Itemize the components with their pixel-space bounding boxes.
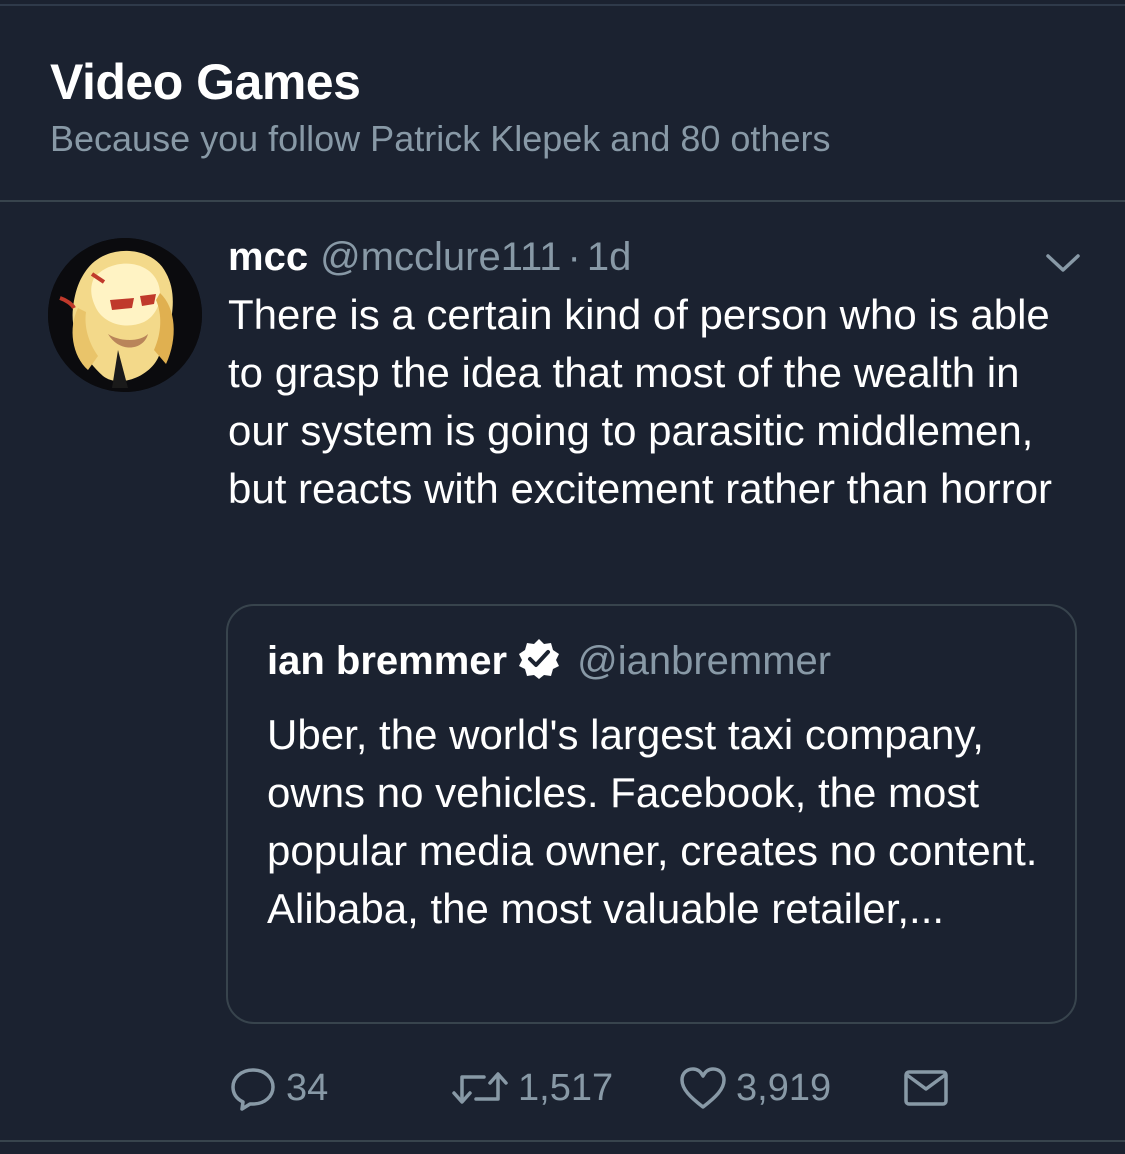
quoted-tweet-text: Uber, the world's largest taxi company, … [267, 711, 1038, 932]
top-divider [0, 0, 1125, 6]
quoted-tweet-header: ian bremmer @ianbremmer [267, 632, 831, 690]
author-name[interactable]: mcc [228, 235, 308, 279]
reply-button[interactable]: 34 [228, 1060, 328, 1116]
envelope-icon [902, 1065, 950, 1111]
like-button[interactable]: 3,919 [678, 1060, 831, 1116]
like-count: 3,919 [736, 1066, 832, 1109]
tweet-actions: 34 1,517 3,919 [228, 1060, 988, 1116]
tweet[interactable]: mcc @mcclure111 · 1d There is a certain kin… [0, 202, 1125, 1142]
quoted-author-name: ian bremmer [267, 639, 508, 683]
message-button[interactable] [902, 1060, 950, 1116]
author-handle[interactable]: @mcclure111 [320, 235, 561, 279]
timestamp[interactable]: 1d [587, 235, 632, 279]
retweet-button[interactable]: 1,517 [450, 1060, 613, 1116]
retweet-count: 1,517 [518, 1066, 614, 1109]
topic-header[interactable]: Video Games Because you follow Patrick K… [0, 8, 1125, 202]
quoted-tweet-card[interactable]: ian bremmer @ianbremmer Uber, the world's… [226, 604, 1077, 1024]
reply-bubble-icon [228, 1065, 278, 1111]
dot-separator: · [567, 235, 581, 279]
topic-title: Video Games [50, 54, 361, 110]
chevron-down-icon[interactable] [1040, 248, 1086, 278]
retweet-icon [450, 1065, 510, 1111]
reply-count: 34 [286, 1066, 329, 1109]
bottom-divider [0, 1140, 1125, 1154]
heart-icon [678, 1065, 728, 1111]
verified-badge-icon [517, 637, 561, 681]
avatar[interactable] [48, 238, 202, 392]
tweet-header: mcc @mcclure111 · 1d [228, 226, 1078, 288]
tweet-body: mcc @mcclure111 · 1d There is a certain kin… [228, 226, 1078, 518]
quoted-author-handle: @ianbremmer [577, 639, 832, 683]
avatar-image [48, 238, 202, 392]
tweet-text: There is a certain kind of person who is… [228, 291, 1053, 512]
topic-subtitle: Because you follow Patrick Klepek and 80… [50, 118, 831, 159]
